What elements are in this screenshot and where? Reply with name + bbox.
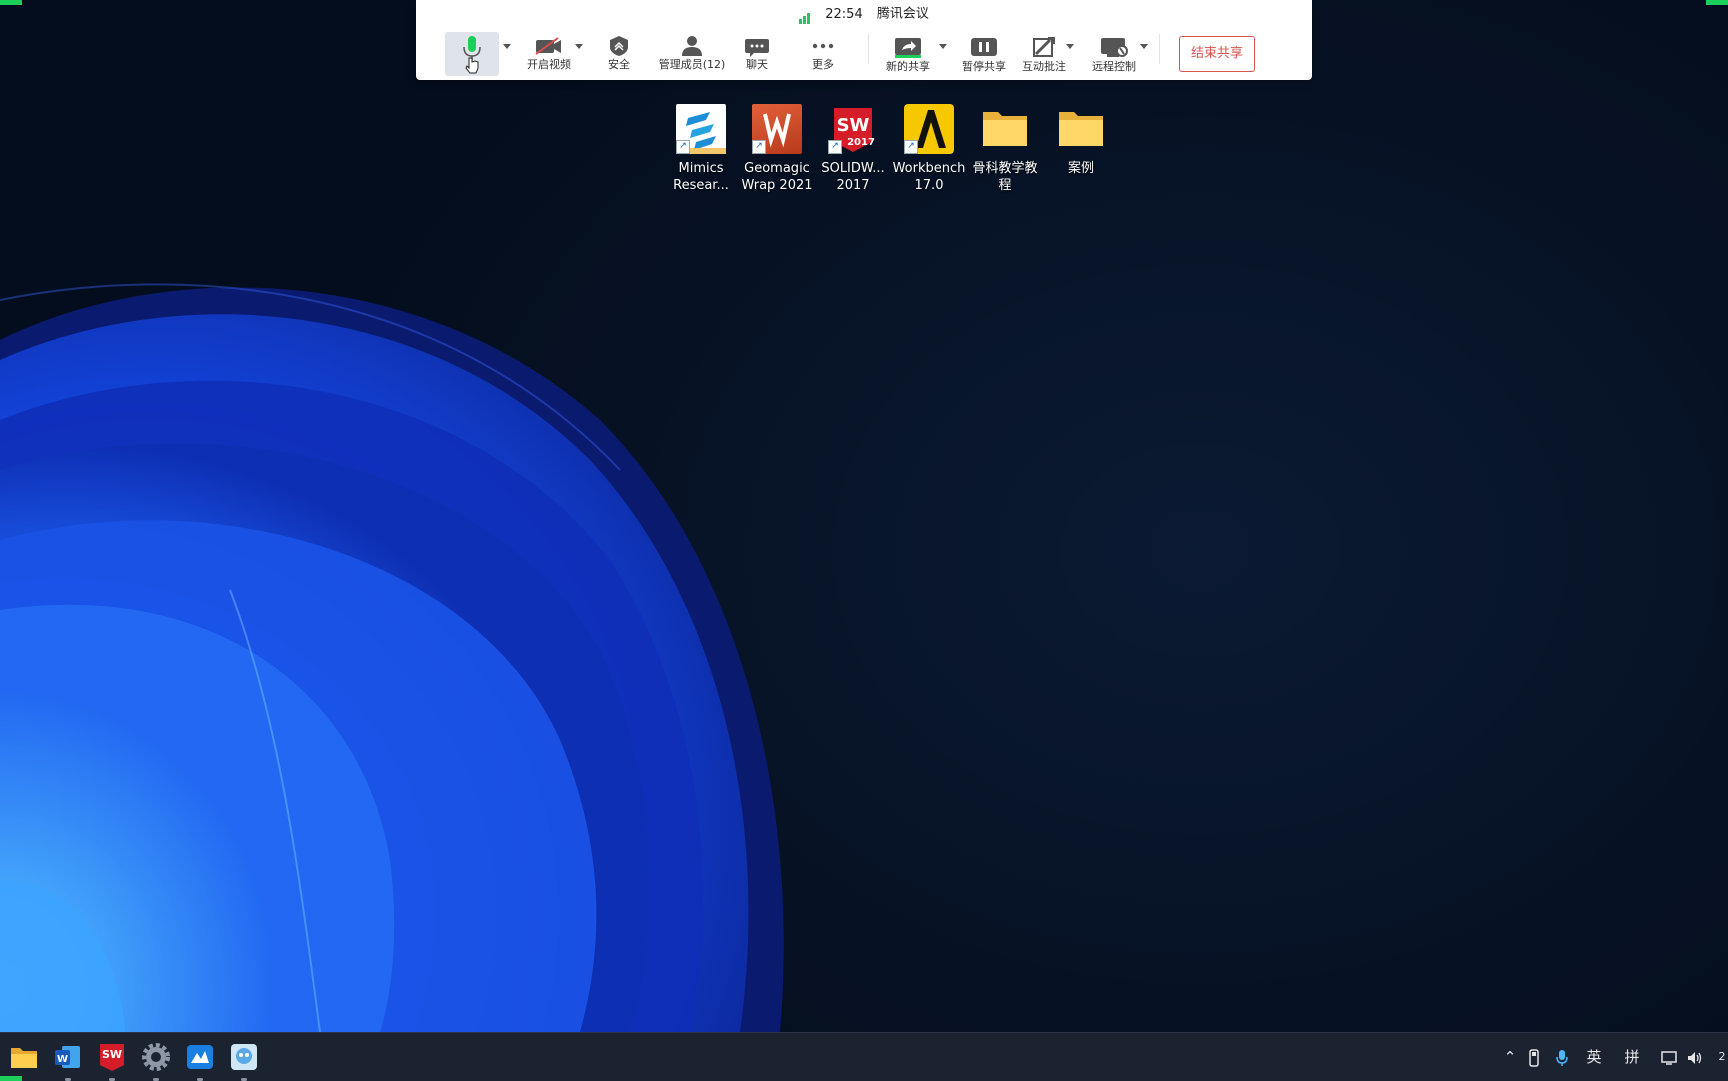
icon-label: Mimics <box>678 161 724 176</box>
settings-icon <box>142 1043 170 1071</box>
icon-label: Resear... <box>673 178 729 193</box>
icon-label: 2017 <box>836 178 870 193</box>
members-icon <box>682 36 702 56</box>
word-icon: W <box>55 1046 80 1068</box>
taskbar-word[interactable]: W <box>52 1041 84 1081</box>
share-border-mark <box>1706 0 1728 5</box>
svg-text:SW: SW <box>102 1048 122 1061</box>
input-method[interactable]: 拼 <box>1620 1045 1644 1069</box>
tencent-meeting-icon <box>231 1044 257 1070</box>
taskbar-solidworks[interactable]: SW <box>96 1041 128 1081</box>
chat-icon <box>745 39 769 57</box>
input-language[interactable]: 英 <box>1582 1045 1606 1069</box>
taskbar-mimics[interactable] <box>184 1041 216 1081</box>
chat-label: 聊天 <box>746 58 768 71</box>
folder-icon <box>1056 104 1106 154</box>
icon-label: Wrap 2021 <box>741 178 813 193</box>
desktop-icon-workbench[interactable]: ↗ Workbench 17.0 <box>891 104 967 194</box>
share-border-mark <box>0 0 22 5</box>
taskbar: W SW ⌃ 英 拼 2 <box>0 1032 1728 1081</box>
meeting-status: 22:54 腾讯会议 <box>416 4 1312 25</box>
desktop-icon-mimics[interactable]: ↗ Mimics Resear... <box>663 104 739 194</box>
workbench-icon: ↗ <box>904 104 954 154</box>
chat-button[interactable]: 聊天 <box>730 32 784 76</box>
more-label: 更多 <box>812 58 834 71</box>
video-label: 开启视频 <box>527 58 571 71</box>
taskbar-file-explorer[interactable] <box>8 1041 40 1073</box>
video-off-icon <box>535 37 561 55</box>
icon-label: Geomagic <box>744 161 810 176</box>
signal-icon <box>799 4 811 24</box>
desktop-icon-folder-tutorial[interactable]: 骨科教学教程 <box>967 104 1043 194</box>
volume-icon[interactable] <box>1684 1045 1706 1069</box>
security-label: 安全 <box>608 58 630 71</box>
video-button[interactable]: 开启视频 <box>522 32 576 76</box>
tray-microphone-icon[interactable] <box>1552 1045 1572 1069</box>
svg-text:2017: 2017 <box>847 137 875 148</box>
microphone-options-caret[interactable] <box>503 44 511 49</box>
shortcut-arrow-icon: ↗ <box>752 140 766 154</box>
annotate-label: 互动批注 <box>1022 60 1066 73</box>
mimics-icon: ↗ <box>676 104 726 154</box>
shortcut-arrow-icon: ↗ <box>676 140 690 154</box>
desktop-icon-solidworks[interactable]: SW 2017 ↗ SOLIDW... 2017 <box>815 104 891 194</box>
icon-label: 骨科教学教程 <box>972 161 1038 193</box>
tray-overflow-chevron-icon[interactable]: ⌃ <box>1500 1045 1520 1069</box>
remote-control-icon <box>1101 38 1128 57</box>
remote-control-options-caret[interactable] <box>1140 44 1148 49</box>
microphone-icon <box>463 36 481 74</box>
pause-share-label: 暂停共享 <box>962 60 1006 73</box>
svg-text:SW: SW <box>837 115 870 136</box>
video-options-caret[interactable] <box>575 44 583 49</box>
microphone-button[interactable] <box>445 32 499 76</box>
end-share-button[interactable]: 结束共享 <box>1179 36 1255 72</box>
shield-icon <box>610 36 628 56</box>
icon-label: Workbench <box>892 161 966 176</box>
meeting-toolbar: 22:54 腾讯会议 开启视频 安全 管理成员(12) 聊天 更多 新的共享 暂… <box>416 0 1312 80</box>
icon-label: SOLIDW... <box>821 161 885 176</box>
shortcut-arrow-icon: ↗ <box>828 140 842 154</box>
meeting-time: 22:54 <box>825 6 863 22</box>
clock-partial[interactable]: 2 <box>1716 1045 1728 1069</box>
new-share-label: 新的共享 <box>886 60 930 73</box>
more-button[interactable]: 更多 <box>796 32 850 76</box>
desktop-icon-folder-cases[interactable]: 案例 <box>1043 104 1119 177</box>
shortcut-arrow-icon: ↗ <box>904 140 918 154</box>
pause-icon <box>971 38 997 56</box>
new-share-button[interactable]: 新的共享 <box>878 34 938 78</box>
members-label: 管理成员(12) <box>658 58 726 71</box>
pause-share-button[interactable]: 暂停共享 <box>952 34 1016 78</box>
network-icon[interactable] <box>1660 1045 1680 1069</box>
toolbar-divider <box>868 34 869 64</box>
new-share-options-caret[interactable] <box>939 44 947 49</box>
members-button[interactable]: 管理成员(12) <box>652 32 732 76</box>
folder-icon <box>980 104 1030 154</box>
screen-share-icon <box>895 38 921 58</box>
mimics-icon <box>187 1045 213 1069</box>
remote-control-button[interactable]: 远程控制 <box>1082 34 1146 78</box>
app-name: 腾讯会议 <box>876 6 929 22</box>
annotate-options-caret[interactable] <box>1066 44 1074 49</box>
taskbar-tencent-meeting[interactable] <box>228 1041 260 1081</box>
usb-icon[interactable] <box>1524 1045 1544 1069</box>
toolbar-divider <box>1159 34 1160 64</box>
icon-label: 17.0 <box>914 178 944 193</box>
share-border-mark <box>0 1076 22 1081</box>
svg-text:W: W <box>57 1054 68 1065</box>
security-button[interactable]: 安全 <box>592 32 646 76</box>
taskbar-settings[interactable] <box>140 1041 172 1081</box>
solidworks-icon: SW 2017 ↗ <box>828 104 878 154</box>
remote-control-label: 远程控制 <box>1092 60 1136 73</box>
file-explorer-icon <box>11 1048 37 1068</box>
icon-label: 案例 <box>1067 161 1094 176</box>
more-icon <box>812 43 834 49</box>
geomagic-icon: ↗ <box>752 104 802 154</box>
desktop-icon-geomagic[interactable]: ↗ Geomagic Wrap 2021 <box>739 104 815 194</box>
solidworks-icon: SW <box>100 1044 124 1071</box>
annotate-button[interactable]: 互动批注 <box>1012 34 1076 78</box>
